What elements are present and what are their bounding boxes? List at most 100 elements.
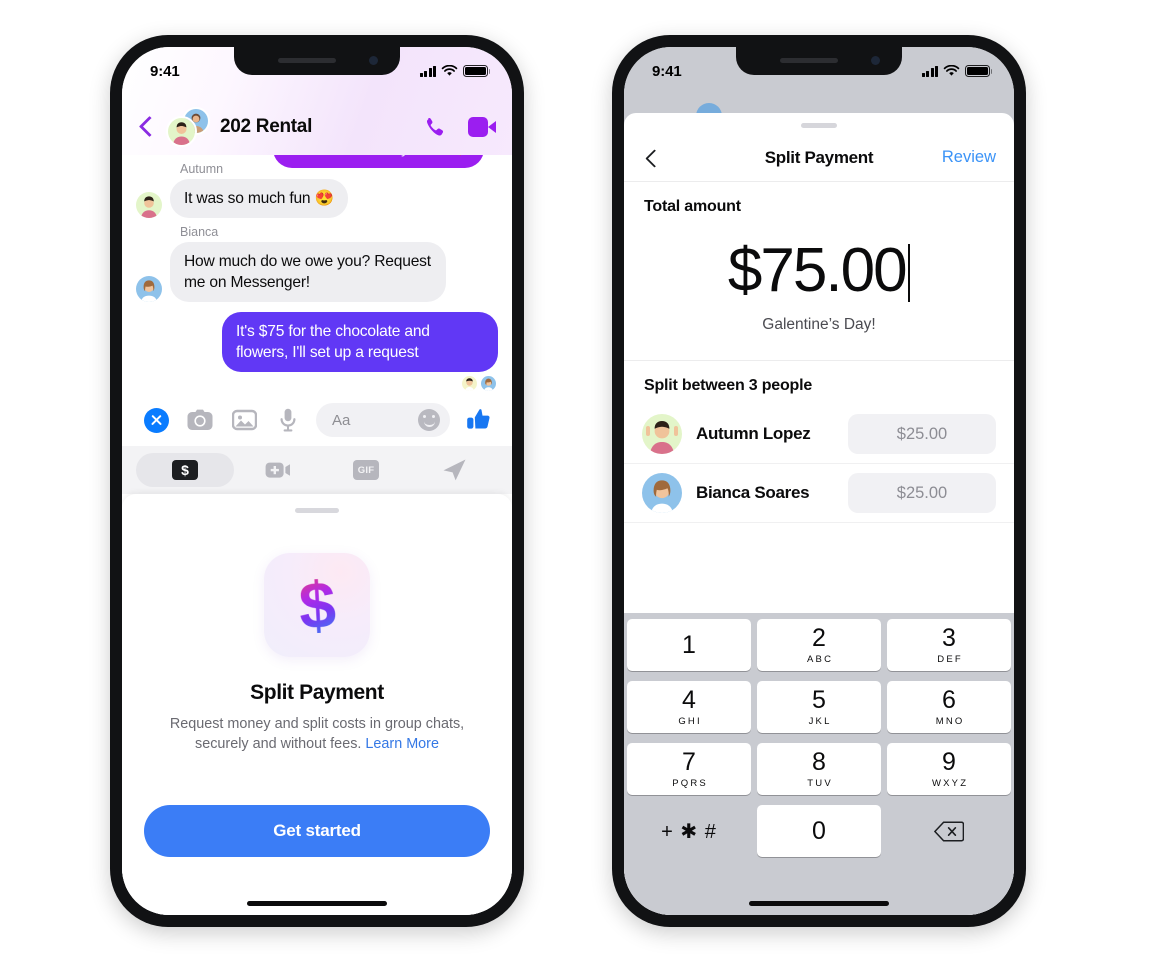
key-1[interactable]: 1 [627,619,751,671]
chat-title: 202 Rental [220,116,313,137]
sender-name: Bianca [180,225,219,239]
sheet-title: Split Payment [250,681,384,704]
key-number: 6 [942,685,956,714]
person-amount-input[interactable]: $25.00 [848,414,996,454]
key-number: 2 [812,623,826,652]
key-number: 8 [812,747,826,776]
person-amount-input[interactable]: $25.00 [848,473,996,513]
phone-device-right: 9:41 Split Payment Review Total amount $… [612,35,1026,927]
thumbs-up-icon[interactable] [456,408,500,432]
phone-icon[interactable] [422,115,446,139]
split-payment-intro-sheet: $ Split Payment Request money and split … [122,494,512,915]
tray-item-gif[interactable]: GIF [322,453,410,487]
total-amount-field[interactable]: $75.00 Galentine’s Day! [624,216,1014,361]
device-notch [234,47,400,75]
home-indicator [247,901,387,906]
key-number: 4 [682,685,696,714]
key-9[interactable]: 9 WXYZ [887,743,1011,795]
sheet-grabber[interactable] [801,123,837,128]
attachment-tray: $ GIF [122,446,512,494]
key-number: 1 [682,630,696,659]
key-letters: JKL [808,715,832,727]
split-person-row[interactable]: Bianca Soares $25.00 [624,464,1014,523]
amount-value-row: $75.00 [728,240,911,302]
sheet-grabber[interactable] [295,508,339,513]
message-input[interactable]: Aa [316,403,450,437]
key-2[interactable]: 2 ABC [757,619,881,671]
key-number: 0 [812,816,826,845]
message-bubble-outgoing[interactable]: It's $75 for the chocolate and flowers, … [222,312,498,372]
gif-icon: GIF [353,460,379,480]
key-letters: TUV [807,777,833,789]
key-letters: PQRS [672,777,708,789]
key-6[interactable]: 6 MNO [887,681,1011,733]
key-letters: ABC [807,653,834,665]
photo-icon[interactable] [222,409,266,431]
camera-icon[interactable] [178,409,222,431]
key-7[interactable]: 7 PQRS [627,743,751,795]
key-3[interactable]: 3 DEF [887,619,1011,671]
key-symbols[interactable]: + ✱ # [627,805,751,857]
key-letters: MNO [935,715,965,727]
message-bubble-incoming[interactable]: It was so much fun 😍 [170,179,348,218]
review-button[interactable]: Review [942,148,996,167]
split-payment-navbar: Split Payment Review [624,134,1014,182]
split-person-row[interactable]: Autumn Lopez $25.00 [624,405,1014,464]
home-indicator [749,901,889,906]
avatar [462,376,477,391]
message-row: It was so much fun 😍 [136,179,498,218]
avatar [166,116,197,147]
text-caret [907,244,911,302]
message-row: How much do we owe you? Request me on Me… [136,242,498,302]
avatar [136,276,162,302]
tray-item-video[interactable] [234,453,322,487]
message-composer: Aa [122,394,512,446]
numeric-keypad: 1 2 ABC 3 DEF 4 GHI 5 JKL 6 MNO 7 PQRS 8… [624,613,1014,915]
key-0[interactable]: 0 [757,805,881,857]
front-camera-icon [871,56,880,65]
avatar [642,473,682,513]
header-actions [422,115,496,139]
key-8[interactable]: 8 TUV [757,743,881,795]
tray-item-payment[interactable]: $ [136,453,234,487]
avatar [136,192,162,218]
key-number: 9 [942,747,956,776]
message-bubble-incoming[interactable]: How much do we owe you? Request me on Me… [170,242,446,302]
earpiece-speaker [780,58,838,63]
send-location-icon [443,459,466,481]
earpiece-speaker [278,58,336,63]
learn-more-link[interactable]: Learn More [365,736,439,752]
person-name: Bianca Soares [696,483,810,502]
chevron-left-icon[interactable] [134,114,160,140]
messenger-header-bar: 202 Rental [122,103,512,151]
close-circle-icon[interactable] [134,407,178,433]
key-letters: WXYZ [931,777,969,789]
amount-value: $75.00 [727,236,908,305]
microphone-icon[interactable] [266,408,310,432]
tray-item-location[interactable] [410,453,498,487]
front-camera-icon [369,56,378,65]
smiley-icon[interactable] [418,409,440,431]
phone-screen-messenger: 9:41 202 Rental Autumn It was so much fu… [122,47,512,915]
key-letters: DEF [937,653,963,665]
group-avatar[interactable] [166,107,210,147]
total-amount-label: Total amount [644,198,741,215]
device-notch [736,47,902,75]
key-4[interactable]: 4 GHI [627,681,751,733]
phone-screen-split-payment: 9:41 Split Payment Review Total amount $… [624,47,1014,915]
key-number: 7 [682,747,696,776]
get-started-button[interactable]: Get started [144,805,490,857]
key-5[interactable]: 5 JKL [757,681,881,733]
video-camera-icon[interactable] [468,117,496,137]
sheet-description: Request money and split costs in group c… [157,714,477,754]
person-name: Autumn Lopez [696,424,811,443]
add-video-icon [265,462,290,478]
key-symbols-label: + ✱ # [661,820,717,843]
payment-memo[interactable]: Galentine’s Day! [624,316,1014,334]
phone-device-left: 9:41 202 Rental Autumn It was so much fu… [110,35,524,927]
split-between-label: Split between 3 people [644,377,813,394]
key-number: 5 [812,685,826,714]
key-backspace[interactable] [887,805,1011,857]
message-input-placeholder: Aa [332,411,351,429]
avatar [642,414,682,454]
